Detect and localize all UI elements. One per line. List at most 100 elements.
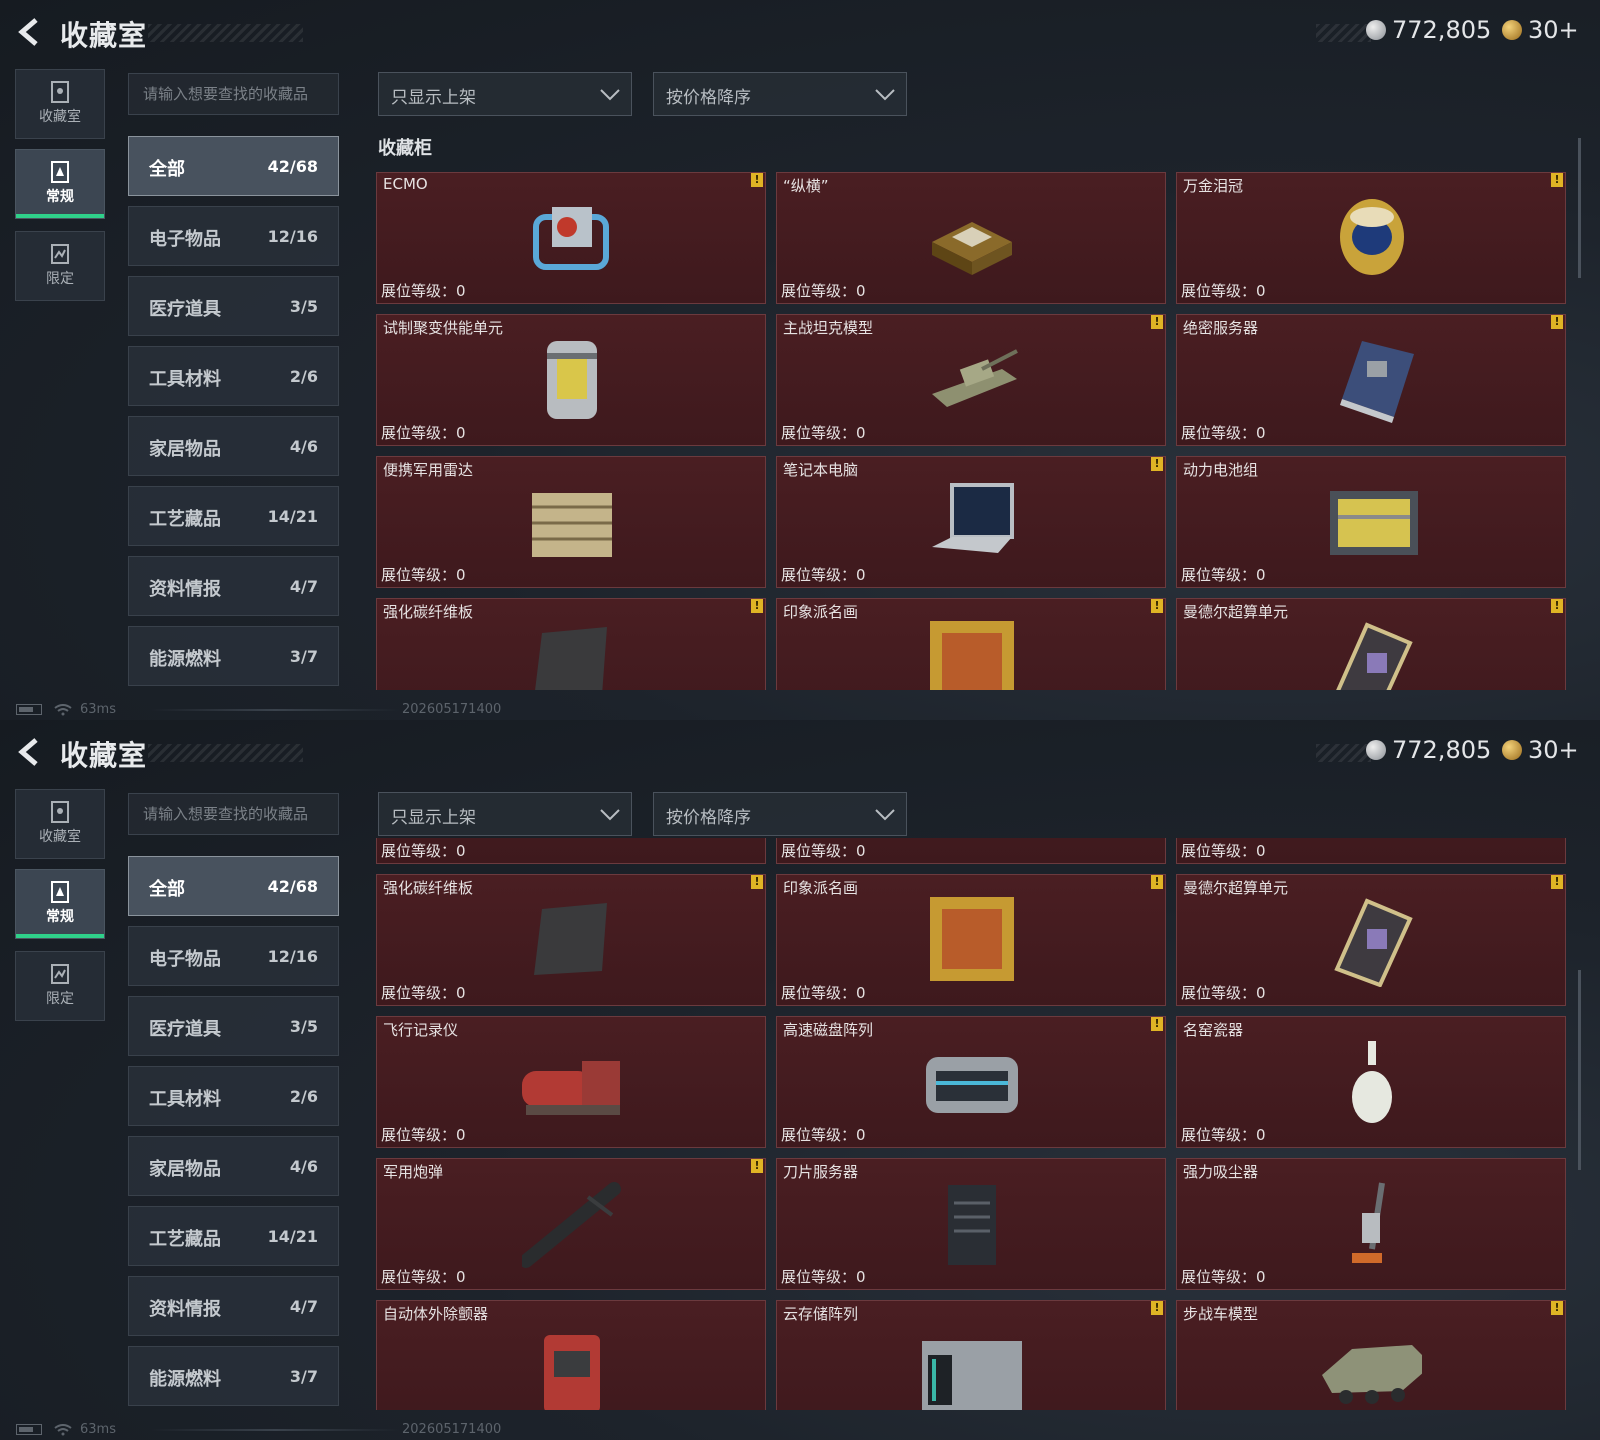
booth-level: 展位等级：0 xyxy=(381,1268,466,1286)
flight-recorder-icon xyxy=(522,1061,620,1115)
page-title: 收藏室 xyxy=(60,739,148,772)
alert-icon: ! xyxy=(751,173,763,187)
category-count: 3/7 xyxy=(289,647,318,666)
booth-level: 展位等级：0 xyxy=(1181,842,1266,860)
category-intel[interactable]: 资料情报 4/7 xyxy=(128,556,339,616)
item-name: 曼德尔超算单元 xyxy=(1183,603,1289,621)
item-name: 万金泪冠 xyxy=(1183,177,1244,195)
collection-card[interactable]: 展位等级：0 xyxy=(776,838,1166,864)
currency-gold-value: 30+ xyxy=(1528,16,1579,44)
collection-card[interactable]: 展位等级：0 xyxy=(1176,838,1566,864)
category-tools[interactable]: 工具材料 2/6 xyxy=(128,1066,339,1126)
collection-card[interactable]: 飞行记录仪 展位等级：0 xyxy=(376,1016,766,1148)
alert-icon: ! xyxy=(1151,1017,1163,1031)
collection-card[interactable]: 步战车模型! 展位等级：0 xyxy=(1176,1300,1566,1410)
collection-card[interactable]: 自动体外除颤器展位等级：0 xyxy=(376,1300,766,1410)
category-electronics[interactable]: 电子物品 12/16 xyxy=(128,206,339,266)
search-input[interactable] xyxy=(128,793,339,835)
category-energy[interactable]: 能源燃料 3/7 xyxy=(128,626,339,686)
sort-dropdown[interactable]: 按价格降序 xyxy=(653,72,907,116)
booth-level: 展位等级：0 xyxy=(381,282,466,300)
shelf-filter-value: 只显示上架 xyxy=(391,808,476,828)
scrollbar[interactable] xyxy=(1578,970,1581,1170)
alert-icon: ! xyxy=(751,1159,763,1173)
collection-card[interactable]: 军用炮弹! 展位等级：0 xyxy=(376,1158,766,1290)
collection-card[interactable]: 高速磁盘阵列! 展位等级：0 xyxy=(776,1016,1166,1148)
sort-dropdown[interactable]: 按价格降序 xyxy=(653,792,907,836)
collection-card[interactable]: 印象派名画!展位等级：0 xyxy=(776,874,1166,1006)
nav-limited[interactable]: 限定 xyxy=(15,231,105,301)
collection-card[interactable]: 曼德尔超算单元!展位等级：0 xyxy=(1176,874,1566,1006)
nav-collection-room[interactable]: 收藏室 xyxy=(15,69,105,139)
collection-card[interactable]: 便携军用雷达 展位等级：0 xyxy=(376,456,766,588)
regular-icon xyxy=(51,161,69,183)
collection-card[interactable]: 展位等级：0 xyxy=(376,838,766,864)
nav-limited[interactable]: 限定 xyxy=(15,951,105,1021)
collection-card[interactable]: 动力电池组 展位等级：0 xyxy=(1176,456,1566,588)
category-all[interactable]: 全部 42/68 xyxy=(128,136,339,196)
collection-card[interactable]: 万金泪冠! 展位等级：0 xyxy=(1176,172,1566,304)
laptop-icon xyxy=(932,483,1014,553)
currency-decoration xyxy=(1316,744,1371,762)
item-name: 军用炮弹 xyxy=(383,1163,444,1181)
section-title: 收藏柜 xyxy=(378,138,432,159)
collection-card[interactable]: 绝密服务器! 展位等级：0 xyxy=(1176,314,1566,446)
sort-value: 按价格降序 xyxy=(666,808,751,828)
category-household[interactable]: 家居物品 4/6 xyxy=(128,1136,339,1196)
collection-card[interactable]: 刀片服务器 展位等级：0 xyxy=(776,1158,1166,1290)
collection-card[interactable]: 笔记本电脑! 展位等级：0 xyxy=(776,456,1166,588)
jeweled-egg-icon xyxy=(1340,199,1404,275)
category-medical[interactable]: 医疗道具 3/5 xyxy=(128,276,339,336)
collection-card[interactable]: 名窑瓷器 展位等级：0 xyxy=(1176,1016,1566,1148)
category-label: 家居物品 xyxy=(149,1159,221,1180)
category-crafts[interactable]: 工艺藏品 14/21 xyxy=(128,486,339,546)
category-count: 3/7 xyxy=(289,1367,318,1386)
collection-card[interactable]: 试制聚变供能单元 展位等级：0 xyxy=(376,314,766,446)
category-energy[interactable]: 能源燃料 3/7 xyxy=(128,1346,339,1406)
collection-card[interactable]: 印象派名画!展位等级：0 xyxy=(776,598,1166,690)
category-household[interactable]: 家居物品 4/6 xyxy=(128,416,339,476)
booth-level: 展位等级：0 xyxy=(781,1126,866,1144)
collection-card[interactable]: 云存储阵列! 展位等级：0 xyxy=(776,1300,1166,1410)
item-name: 曼德尔超算单元 xyxy=(1183,879,1289,897)
category-tools[interactable]: 工具材料 2/6 xyxy=(128,346,339,406)
collection-card[interactable]: 强化碳纤维板!展位等级：0 xyxy=(376,598,766,690)
nav-regular[interactable]: 常规 xyxy=(15,149,105,219)
category-medical[interactable]: 医疗道具 3/5 xyxy=(128,996,339,1056)
shelf-filter-dropdown[interactable]: 只显示上架 xyxy=(378,792,632,836)
alert-icon: ! xyxy=(1151,1301,1163,1315)
status-divider xyxy=(150,709,400,711)
category-intel[interactable]: 资料情报 4/7 xyxy=(128,1276,339,1336)
category-count: 42/68 xyxy=(267,877,318,896)
collection-card[interactable]: 曼德尔超算单元!展位等级：0 xyxy=(1176,598,1566,690)
item-name: ECMO xyxy=(383,175,428,193)
search-input[interactable] xyxy=(128,73,339,115)
category-label: 家居物品 xyxy=(149,439,221,460)
collection-card[interactable]: ECMO! 展位等级：0 xyxy=(376,172,766,304)
back-arrow-icon[interactable] xyxy=(14,736,46,768)
category-label: 医疗道具 xyxy=(149,1019,221,1040)
collection-card[interactable]: 强化碳纤维板!展位等级：0 xyxy=(376,874,766,1006)
collection-card[interactable]: “纵横” 展位等级：0 xyxy=(776,172,1166,304)
nav-collection-room[interactable]: 收藏室 xyxy=(15,789,105,859)
nav-regular[interactable]: 常规 xyxy=(15,869,105,939)
alert-icon: ! xyxy=(1151,457,1163,471)
category-electronics[interactable]: 电子物品 12/16 xyxy=(128,926,339,986)
nav-label: 常规 xyxy=(46,909,74,925)
booth-level: 展位等级：0 xyxy=(781,424,866,442)
item-name: 印象派名画 xyxy=(783,603,859,621)
shelf-filter-dropdown[interactable]: 只显示上架 xyxy=(378,72,632,116)
chevron-down-icon xyxy=(875,89,895,101)
alert-icon: ! xyxy=(1551,315,1563,329)
back-arrow-icon[interactable] xyxy=(14,16,46,48)
booth-level: 展位等级：0 xyxy=(781,842,866,860)
scrollbar[interactable] xyxy=(1578,138,1581,278)
collection-card[interactable]: 强力吸尘器 展位等级：0 xyxy=(1176,1158,1566,1290)
collection-card[interactable]: 主战坦克模型! 展位等级：0 xyxy=(776,314,1166,446)
title-decoration xyxy=(148,744,303,762)
booth-level: 展位等级：0 xyxy=(1181,1408,1266,1410)
category-crafts[interactable]: 工艺藏品 14/21 xyxy=(128,1206,339,1266)
category-all[interactable]: 全部 42/68 xyxy=(128,856,339,916)
category-count: 4/6 xyxy=(289,1157,318,1176)
booth-level: 展位等级：0 xyxy=(1181,282,1266,300)
